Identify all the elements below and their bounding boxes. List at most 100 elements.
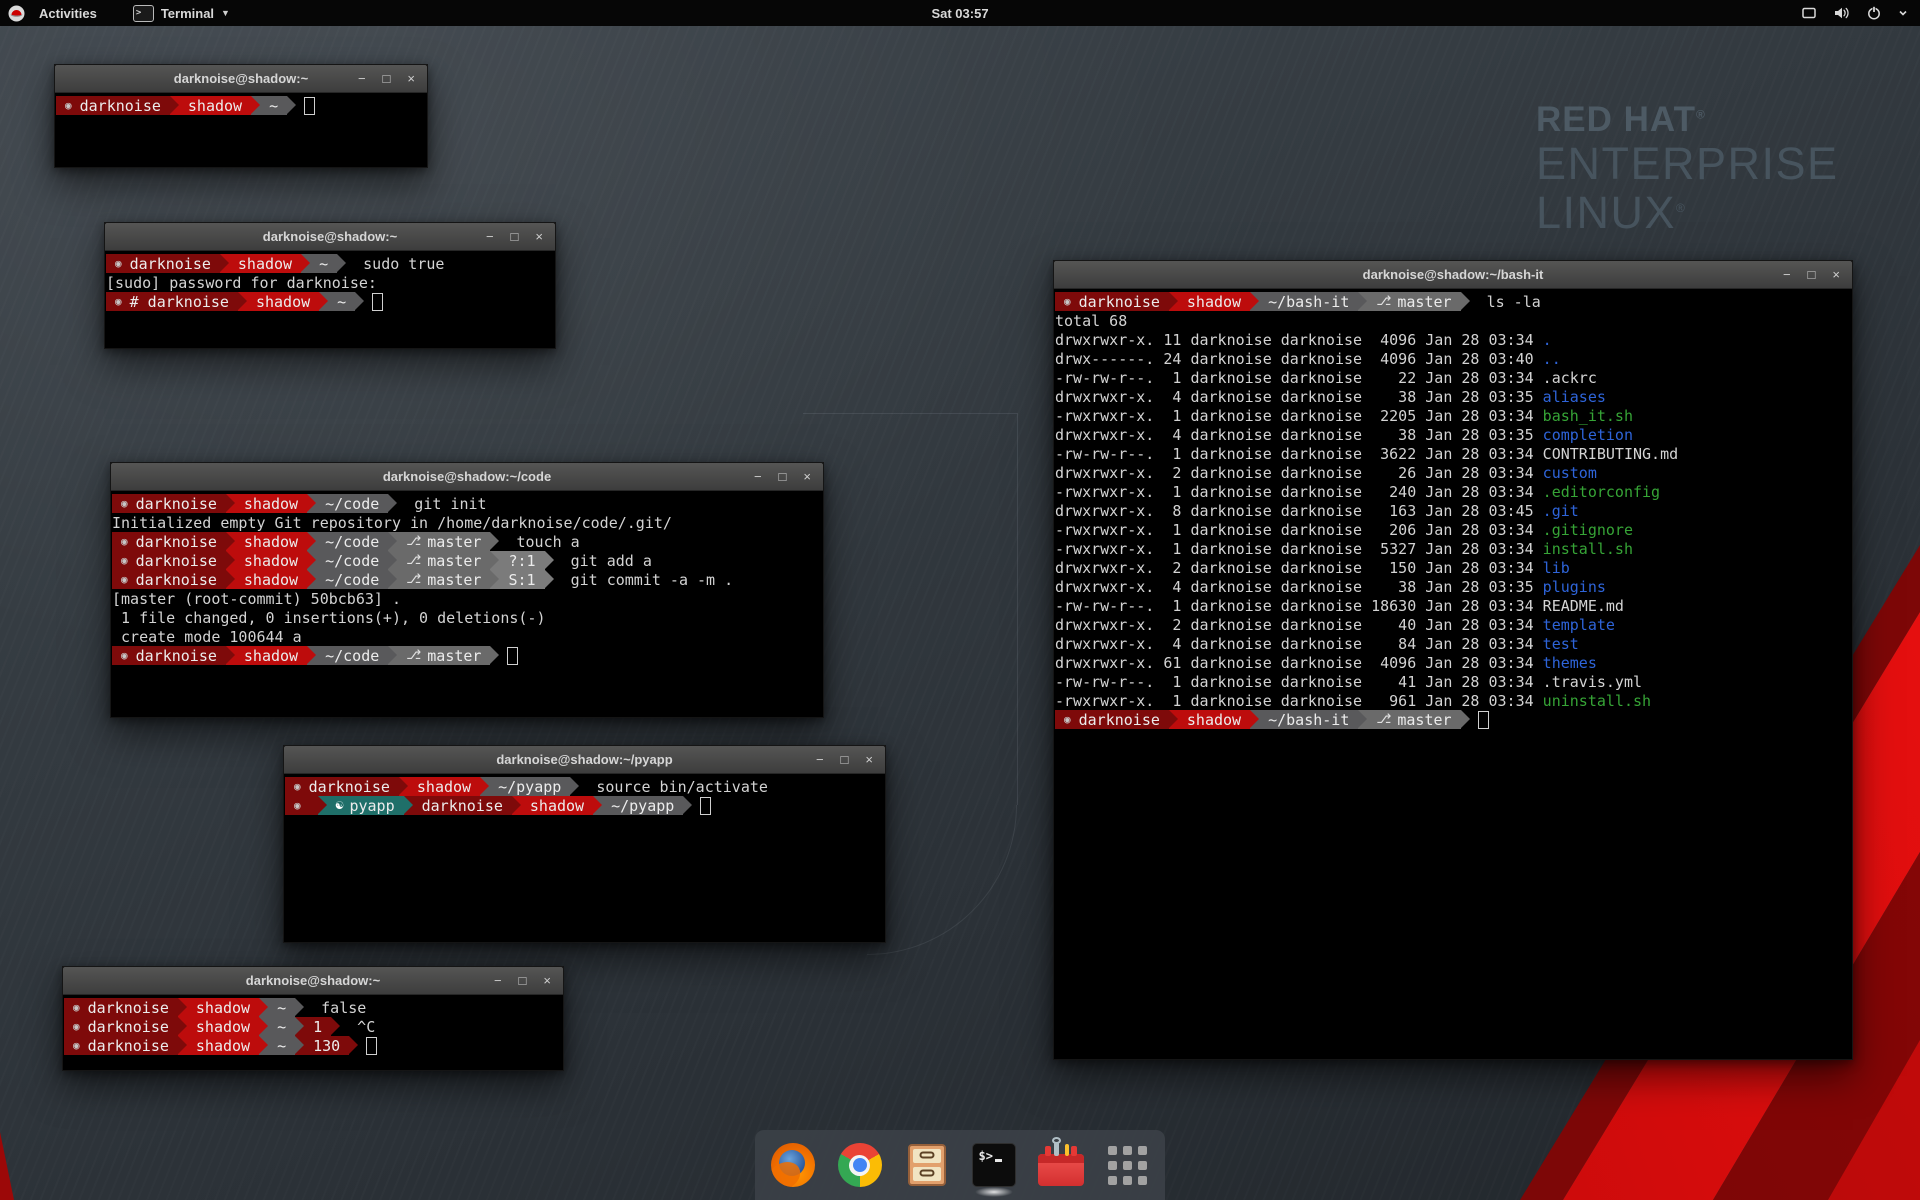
minimize-button[interactable]: −	[358, 72, 366, 85]
terminal-window: darknoise@shadow:~ − □ × ◉darknoiseshado…	[54, 64, 428, 168]
redhat-icon: ◉	[73, 1040, 80, 1051]
branch-icon: ⎇	[1376, 295, 1391, 308]
close-button[interactable]: ×	[407, 72, 415, 85]
registered-mark: ®	[1696, 107, 1706, 121]
close-button[interactable]: ×	[865, 753, 873, 766]
activities-button[interactable]: Activities	[33, 6, 103, 21]
terminal-cursor	[507, 647, 518, 665]
minimize-button[interactable]: −	[494, 974, 502, 987]
maximize-button[interactable]: □	[841, 753, 849, 766]
terminal-line: Initialized empty Git repository in /hom…	[112, 513, 823, 532]
terminal-cursor	[1478, 711, 1489, 729]
terminal-line: ◉☯pyappdarknoiseshadow~/pyapp	[285, 796, 885, 815]
terminal-cursor	[372, 293, 383, 311]
terminal-line: ◉darknoiseshadow~ sudo true	[106, 254, 555, 273]
python-icon: ☯	[336, 799, 344, 812]
redhat-icon: ◉	[121, 650, 128, 661]
terminal-line: -rwxrwxr-x. 1 darknoise darknoise 2205 J…	[1055, 406, 1852, 425]
redhat-icon: ◉	[121, 536, 128, 547]
maximize-button[interactable]: □	[511, 230, 519, 243]
rhel-logo-enterprise: ENTERPRISE	[1536, 140, 1839, 189]
branch-icon: ⎇	[406, 535, 421, 548]
terminal-line: drwxrwxr-x. 2 darknoise darknoise 150 Ja…	[1055, 558, 1852, 577]
app-grid-icon[interactable]	[1105, 1142, 1151, 1188]
maximize-button[interactable]: □	[779, 470, 787, 483]
terminal-cursor	[700, 797, 711, 815]
terminal-line: drwxrwxr-x. 2 darknoise darknoise 26 Jan…	[1055, 463, 1852, 482]
chrome-icon[interactable]	[837, 1142, 883, 1188]
terminal-content[interactable]: ◉darknoiseshadow~/bash-it⎇master ls -lat…	[1054, 289, 1852, 1059]
firefox-icon[interactable]	[770, 1142, 816, 1188]
window-titlebar[interactable]: darknoise@shadow:~ − □ ×	[105, 223, 555, 251]
chevron-down-icon: ▼	[221, 8, 230, 18]
window-title: darknoise@shadow:~/code	[111, 469, 823, 484]
files-icon[interactable]	[904, 1142, 950, 1188]
terminal-line: drwxrwxr-x. 4 darknoise darknoise 84 Jan…	[1055, 634, 1852, 653]
close-button[interactable]: ×	[543, 974, 551, 987]
terminal-content[interactable]: ◉darknoiseshadow~	[55, 93, 427, 167]
terminal-line: drwxrwxr-x. 11 darknoise darknoise 4096 …	[1055, 330, 1852, 349]
terminal-line: ◉# darknoiseshadow~	[106, 292, 555, 311]
terminal-icon-glyph: $>	[979, 1149, 993, 1163]
maximize-button[interactable]: □	[383, 72, 391, 85]
display-icon[interactable]	[1801, 5, 1817, 21]
wallpaper-line	[1017, 413, 1018, 805]
redhat-icon: ◉	[121, 574, 128, 585]
terminal-window: darknoise@shadow:~ − □ × ◉darknoiseshado…	[62, 966, 564, 1071]
terminal-window: darknoise@shadow:~ − □ × ◉darknoiseshado…	[104, 222, 556, 349]
redhat-logo-icon	[8, 5, 25, 22]
terminal-line: ◉darknoiseshadow~/code⎇master	[112, 646, 823, 665]
terminal-content[interactable]: ◉darknoiseshadow~/pyapp source bin/activ…	[284, 774, 885, 942]
window-titlebar[interactable]: darknoise@shadow:~ − □ ×	[55, 65, 427, 93]
branch-icon: ⎇	[406, 573, 421, 586]
power-icon[interactable]	[1866, 5, 1882, 21]
minimize-button[interactable]: −	[754, 470, 762, 483]
window-titlebar[interactable]: darknoise@shadow:~/code − □ ×	[111, 463, 823, 491]
terminal-line: [sudo] password for darknoise:	[106, 273, 555, 292]
volume-icon[interactable]	[1833, 5, 1850, 21]
terminal-line: ◉darknoiseshadow~/code⎇master?:1 git add…	[112, 551, 823, 570]
terminal-content[interactable]: ◉darknoiseshadow~/code git initInitializ…	[111, 491, 823, 717]
app-menu-label: Terminal	[161, 6, 214, 21]
terminal-app-icon: >	[133, 5, 154, 22]
toolbox-icon[interactable]	[1038, 1142, 1084, 1188]
redhat-icon: ◉	[294, 800, 301, 811]
window-title: darknoise@shadow:~/pyapp	[284, 752, 885, 767]
terminal-line: 1 file changed, 0 insertions(+), 0 delet…	[112, 608, 823, 627]
registered-mark: ®	[1676, 201, 1686, 215]
terminal-line: -rwxrwxr-x. 1 darknoise darknoise 961 Ja…	[1055, 691, 1852, 710]
terminal-line: ◉darknoiseshadow~ false	[64, 998, 563, 1017]
maximize-button[interactable]: □	[519, 974, 527, 987]
maximize-button[interactable]: □	[1808, 268, 1816, 281]
terminal-line: -rwxrwxr-x. 1 darknoise darknoise 5327 J…	[1055, 539, 1852, 558]
terminal-cursor	[304, 97, 315, 115]
dock: $>	[755, 1130, 1165, 1200]
terminal-line: ◉darknoiseshadow~/bash-it⎇master ls -la	[1055, 292, 1852, 311]
terminal-line: ◉darknoiseshadow~/code⎇masterS:1 git com…	[112, 570, 823, 589]
window-titlebar[interactable]: darknoise@shadow:~/pyapp − □ ×	[284, 746, 885, 774]
app-menu-terminal[interactable]: > Terminal ▼	[125, 3, 238, 24]
minimize-button[interactable]: −	[816, 753, 824, 766]
terminal-content[interactable]: ◉darknoiseshadow~ sudo true[sudo] passwo…	[105, 251, 555, 348]
window-titlebar[interactable]: darknoise@shadow:~/bash-it − □ ×	[1054, 261, 1852, 289]
rhel-logo: RED HAT® ENTERPRISE LINUX®	[1536, 100, 1839, 237]
terminal-line: -rw-rw-r--. 1 darknoise darknoise 41 Jan…	[1055, 672, 1852, 691]
redhat-icon: ◉	[294, 781, 301, 792]
minimize-button[interactable]: −	[486, 230, 494, 243]
close-button[interactable]: ×	[803, 470, 811, 483]
terminal-icon[interactable]: $>	[971, 1142, 1017, 1188]
window-titlebar[interactable]: darknoise@shadow:~ − □ ×	[63, 967, 563, 995]
terminal-line: ◉darknoiseshadow~	[56, 96, 427, 115]
terminal-line: ◉darknoiseshadow~/code git init	[112, 494, 823, 513]
redhat-icon: ◉	[115, 258, 122, 269]
terminal-content[interactable]: ◉darknoiseshadow~ false◉darknoiseshadow~…	[63, 995, 563, 1070]
redhat-icon: ◉	[65, 100, 72, 111]
terminal-line: ◉darknoiseshadow~1 ^C	[64, 1017, 563, 1036]
window-title: darknoise@shadow:~/bash-it	[1054, 267, 1852, 282]
clock[interactable]: Sat 03:57	[931, 6, 988, 21]
chevron-down-icon[interactable]	[1898, 8, 1908, 18]
close-button[interactable]: ×	[535, 230, 543, 243]
minimize-button[interactable]: −	[1783, 268, 1791, 281]
close-button[interactable]: ×	[1832, 268, 1840, 281]
redhat-icon: ◉	[121, 498, 128, 509]
